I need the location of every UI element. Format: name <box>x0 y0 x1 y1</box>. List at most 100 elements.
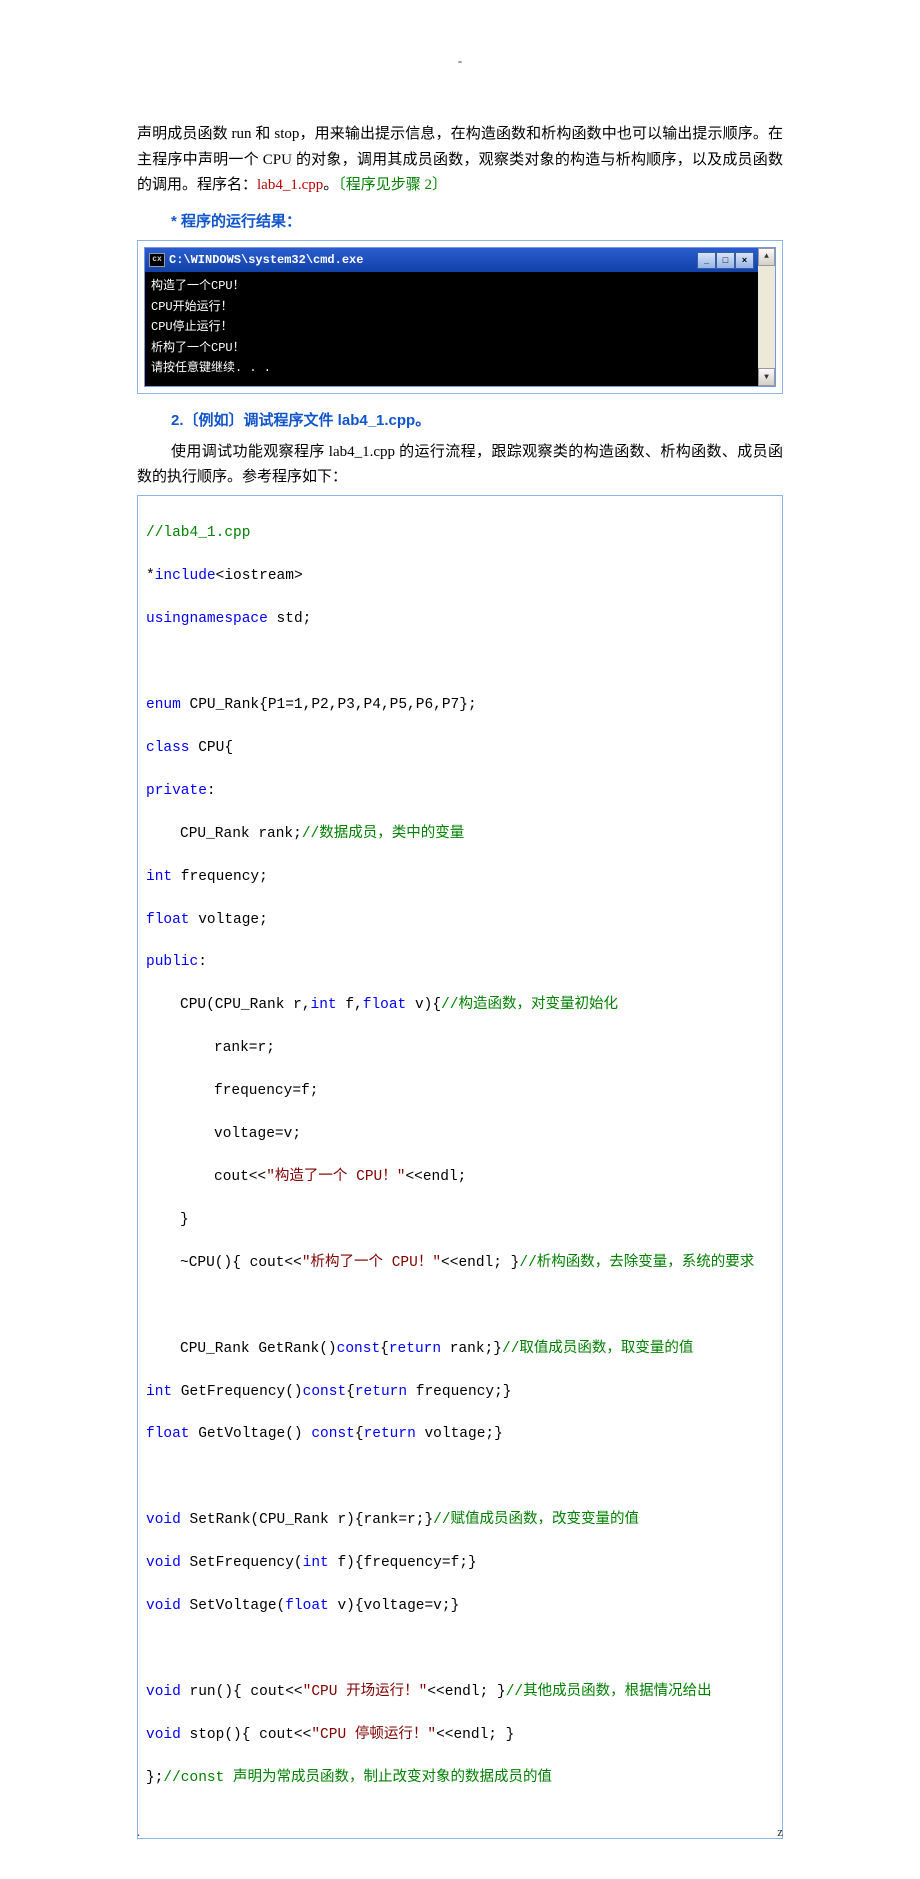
code-text: frequency=f; <box>214 1083 318 1099</box>
code-comment: //lab4_1.cpp <box>146 525 250 541</box>
code-keyword: int <box>311 997 337 1013</box>
scroll-track[interactable] <box>758 266 775 368</box>
code-text: voltage; <box>190 912 268 928</box>
code-text: stop(){ cout<< <box>181 1727 312 1743</box>
debug-paragraph: 使用调试功能观察程序 lab4_1.cpp 的运行流程，跟踪观察类的构造函数、析… <box>137 440 783 491</box>
footer-left: . <box>137 1821 140 1843</box>
code-text: <<endl; } <box>427 1684 505 1700</box>
code-string: "构造了一个 CPU！" <box>266 1169 405 1185</box>
code-text: voltage=v; <box>214 1126 301 1142</box>
page: - 声明成员函数 run 和 stop，用来输出提示信息，在构造函数和析构函数中… <box>0 0 920 1879</box>
code-text: voltage;} <box>416 1426 503 1442</box>
intro-paragraph: 声明成员函数 run 和 stop，用来输出提示信息，在构造函数和析构函数中也可… <box>137 122 783 199</box>
code-text: CPU_Rank GetRank() <box>180 1341 337 1357</box>
code-keyword: namespace <box>190 611 268 627</box>
minimize-button[interactable]: _ <box>697 252 716 269</box>
code-text: v){voltage=v;} <box>329 1598 460 1614</box>
code-text: SetFrequency( <box>181 1555 303 1571</box>
code-text: v){ <box>406 997 441 1013</box>
code-keyword: using <box>146 611 190 627</box>
cmd-frame: cx C:\WINDOWS\system32\cmd.exe _ □ × 构造了… <box>137 240 783 394</box>
cmd-titlebar: cx C:\WINDOWS\system32\cmd.exe _ □ × <box>145 248 758 272</box>
code-text: CPU{ <box>190 740 234 756</box>
code-keyword: return <box>355 1384 407 1400</box>
code-keyword: class <box>146 740 190 756</box>
code-keyword: void <box>146 1598 181 1614</box>
code-string: "CPU 停顿运行！" <box>311 1727 436 1743</box>
code-keyword: return <box>389 1341 441 1357</box>
code-keyword: enum <box>146 697 181 713</box>
code-text: : <box>198 954 207 970</box>
code-keyword: const <box>311 1426 355 1442</box>
code-text: CPU_Rank{P1=1,P2,P3,P4,P5,P6,P7}; <box>181 697 477 713</box>
cmd-output: 构造了一个CPU！ CPU开始运行！ CPU停止运行！ 析构了一个CPU！ 请按… <box>145 272 758 386</box>
code-text: f){frequency=f;} <box>329 1555 477 1571</box>
intro-text-a: 声明成员函数 run 和 stop，用来输出提示信息，在构造函数和析构函数中也可… <box>137 126 783 193</box>
code-text: run(){ cout<< <box>181 1684 303 1700</box>
intro-note: 〔程序见步骤 2〕 <box>338 177 447 193</box>
scroll-up-icon[interactable]: ▲ <box>758 248 775 266</box>
code-comment: //构造函数，对变量初始化 <box>441 997 618 1013</box>
code-text: <<endl; <box>405 1169 466 1185</box>
code-keyword: float <box>146 912 190 928</box>
code-text: GetVoltage() <box>190 1426 312 1442</box>
code-keyword: float <box>363 997 407 1013</box>
section-title-result: * 程序的运行结果： <box>171 209 783 235</box>
code-comment: //析构函数，去除变量，系统的要求 <box>519 1255 754 1271</box>
code-text: }; <box>146 1770 163 1786</box>
code-text: CPU_Rank rank; <box>180 826 302 842</box>
code-keyword: const <box>303 1384 347 1400</box>
code-keyword: int <box>146 1384 172 1400</box>
code-string: "CPU 开场运行！" <box>303 1684 428 1700</box>
code-text: CPU(CPU_Rank r, <box>180 997 311 1013</box>
code-keyword: void <box>146 1555 181 1571</box>
footer-right: z <box>777 1821 783 1843</box>
code-text: <<endl; } <box>436 1727 514 1743</box>
code-text: rank=r; <box>214 1040 275 1056</box>
window-buttons: _ □ × <box>697 252 754 269</box>
code-text: : <box>207 783 216 799</box>
code-text: } <box>180 1212 189 1228</box>
close-button[interactable]: × <box>735 252 754 269</box>
header-mark: - <box>137 50 783 72</box>
code-text: cout<< <box>214 1169 266 1185</box>
code-block: //lab4_1.cpp *include<iostream> usingnam… <box>137 495 783 1839</box>
code-keyword: const <box>337 1341 381 1357</box>
code-string: "析构了一个 CPU！" <box>302 1255 441 1271</box>
code-text: { <box>346 1384 355 1400</box>
code-text: { <box>380 1341 389 1357</box>
maximize-button[interactable]: □ <box>716 252 735 269</box>
code-keyword: return <box>364 1426 416 1442</box>
page-footer: . z <box>137 1821 783 1843</box>
code-keyword: int <box>146 869 172 885</box>
code-text: * <box>146 568 155 584</box>
code-text: rank;} <box>441 1341 502 1357</box>
code-keyword: public <box>146 954 198 970</box>
code-keyword: void <box>146 1512 181 1528</box>
section-title-debug: 2.〔例如〕调试程序文件 lab4_1.cpp。 <box>171 408 783 434</box>
code-text: { <box>355 1426 364 1442</box>
code-text: ~CPU(){ cout<< <box>180 1255 302 1271</box>
cmd-icon: cx <box>149 253 165 267</box>
code-text: f, <box>337 997 363 1013</box>
code-text: SetVoltage( <box>181 1598 285 1614</box>
code-comment: //其他成员函数，根据情况给出 <box>506 1684 712 1700</box>
code-keyword: include <box>155 568 216 584</box>
code-text: <<endl; } <box>441 1255 519 1271</box>
filename: lab4_1.cpp <box>257 177 323 193</box>
code-text: std; <box>268 611 312 627</box>
code-text: frequency; <box>172 869 268 885</box>
code-keyword: void <box>146 1684 181 1700</box>
code-text: SetRank(CPU_Rank r){rank=r;} <box>181 1512 433 1528</box>
code-comment: //数据成员，类中的变量 <box>302 826 464 842</box>
scroll-down-icon[interactable]: ▼ <box>758 368 775 386</box>
code-comment: //取值成员函数，取变量的值 <box>502 1341 693 1357</box>
scrollbar[interactable]: ▲ ▼ <box>758 248 775 386</box>
code-keyword: float <box>285 1598 329 1614</box>
code-comment: //const 声明为常成员函数，制止改变对象的数据成员的值 <box>163 1770 552 1786</box>
code-text: <iostream> <box>216 568 303 584</box>
intro-text-b: 。 <box>323 177 338 193</box>
code-keyword: int <box>303 1555 329 1571</box>
cmd-title: C:\WINDOWS\system32\cmd.exe <box>169 250 693 270</box>
code-text: frequency;} <box>407 1384 511 1400</box>
